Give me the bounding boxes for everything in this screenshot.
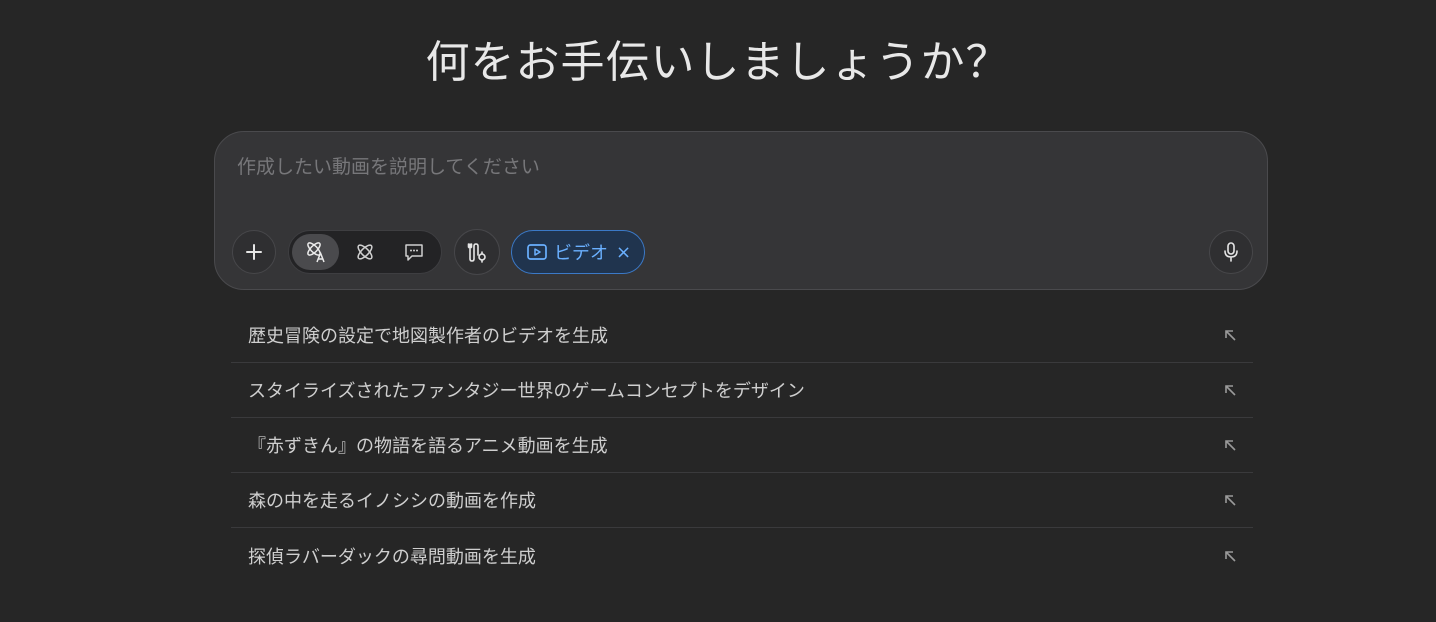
arrow-up-left-icon (1223, 438, 1237, 452)
mode-atom-button[interactable] (341, 234, 388, 270)
prompt-input[interactable] (237, 150, 1217, 184)
atom-text-icon (304, 240, 328, 264)
suggestion-text: スタイライズされたファンタジー世界のゲームコンセプトをデザイン (248, 381, 805, 402)
arrow-up-left-icon (1223, 493, 1237, 507)
microphone-button[interactable] (1209, 230, 1253, 274)
play-video-icon (526, 242, 548, 262)
tools-icon (465, 240, 489, 264)
tools-button[interactable] (454, 229, 500, 275)
suggestion-item[interactable]: 森の中を走るイノシシの動画を作成 (231, 473, 1253, 528)
mode-chat-button[interactable] (391, 234, 438, 270)
prompt-composer: ビデオ × (214, 131, 1268, 290)
mode-atom-text-button[interactable] (292, 234, 340, 270)
suggestion-item[interactable]: 探偵ラバーダックの尋問動画を生成 (231, 528, 1253, 583)
suggestion-list: 歴史冒険の設定で地図製作者のビデオを生成 スタイライズされたファンタジー世界のゲ… (231, 308, 1253, 583)
mode-switcher (288, 230, 442, 274)
suggestion-item[interactable]: スタイライズされたファンタジー世界のゲームコンセプトをデザイン (231, 363, 1253, 418)
atom-icon (353, 240, 377, 264)
arrow-up-left-icon (1223, 328, 1237, 342)
page: 何をお手伝いしましょうか？ 作成したい動画を説明してください ビデオ × 歴史冒… (0, 0, 1436, 622)
video-mode-chip[interactable]: ビデオ × (511, 230, 645, 274)
arrow-up-left-icon (1223, 383, 1237, 397)
add-button[interactable] (232, 230, 276, 274)
arrow-up-left-icon (1223, 549, 1237, 563)
suggestion-text: 探偵ラバーダックの尋問動画を生成 (248, 546, 536, 568)
suggestion-text: 森の中を走るイノシシの動画を作成 (248, 491, 536, 512)
microphone-icon (1221, 241, 1241, 263)
suggestion-item[interactable]: 『赤ずきん』の物語を語るアニメ動画を生成 (231, 418, 1253, 473)
suggestion-item[interactable]: 歴史冒険の設定で地図製作者のビデオを生成 (231, 308, 1253, 363)
plus-icon (244, 242, 264, 262)
suggestion-text: 歴史冒険の設定で地図製作者のビデオを生成 (248, 326, 608, 347)
suggestion-text: 『赤ずきん』の物語を語るアニメ動画を生成 (248, 436, 608, 457)
page-title: 何をお手伝いしましょうか？ (425, 37, 1011, 88)
chip-close-icon[interactable]: × (616, 242, 631, 263)
chat-bubble-icon (402, 240, 426, 264)
video-chip-label: ビデオ (554, 243, 608, 264)
